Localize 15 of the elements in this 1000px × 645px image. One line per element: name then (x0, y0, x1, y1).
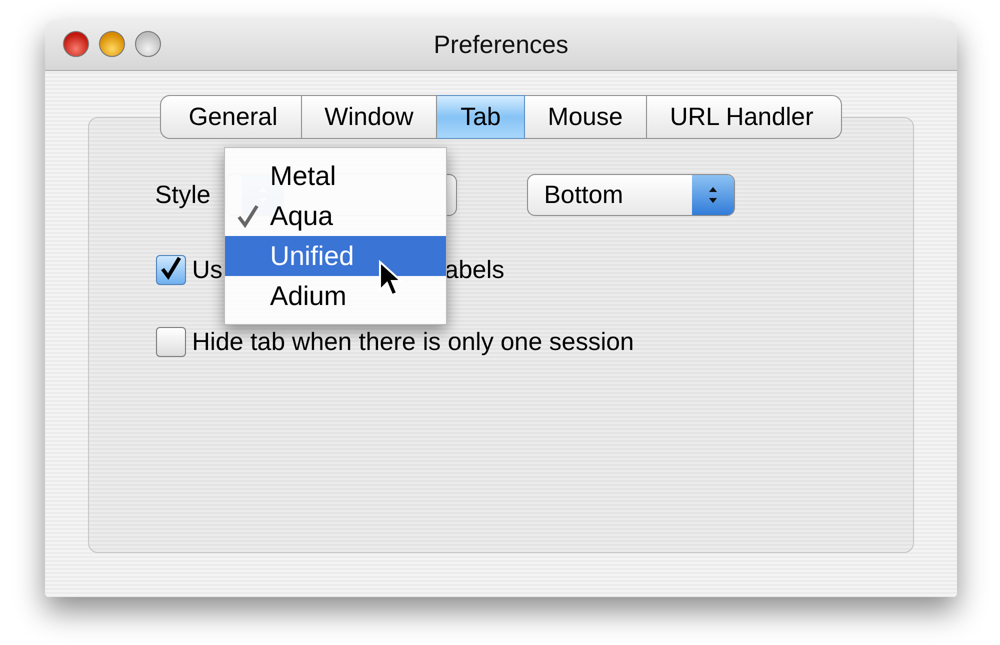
tab[interactable]: General (160, 95, 302, 139)
checkbox-label: Us (192, 256, 223, 284)
tab[interactable]: URL Handler (646, 95, 842, 139)
position-popup[interactable]: Bottom (527, 174, 735, 216)
menu-item[interactable]: Metal (225, 156, 446, 196)
window-title: Preferences (434, 30, 568, 60)
checkbox-label: abels (444, 256, 504, 284)
tab[interactable]: Tab (437, 95, 525, 139)
menu-item[interactable]: Adium (225, 276, 446, 316)
checkbox-label: Hide tab when there is only one session (192, 328, 634, 356)
menu-item[interactable]: Aqua (225, 196, 446, 236)
style-label: Style (155, 180, 212, 210)
tab[interactable]: Window (302, 95, 438, 139)
menu-item[interactable]: Unified (225, 236, 446, 276)
tab[interactable]: Mouse (524, 95, 647, 139)
